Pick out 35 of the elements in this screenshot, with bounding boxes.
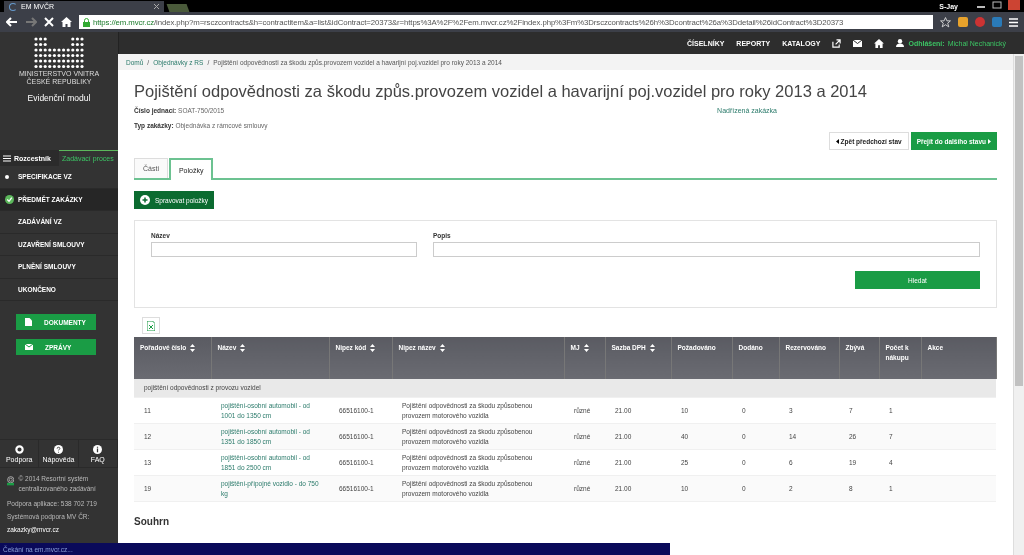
help-icon <box>54 444 63 454</box>
envelope-icon <box>25 344 33 350</box>
back-icon[interactable] <box>6 17 18 27</box>
export-button[interactable] <box>142 317 160 334</box>
bullet-icon <box>5 174 9 179</box>
section-heading: Souhrn <box>134 516 170 527</box>
new-tab-button[interactable] <box>166 4 190 12</box>
envelope-icon[interactable] <box>853 39 863 47</box>
lifebuoy-icon <box>14 444 24 454</box>
user-icon <box>896 39 905 47</box>
stop-icon[interactable] <box>44 17 54 27</box>
text-field[interactable] <box>433 242 980 257</box>
ministry-logo-icon <box>33 36 85 70</box>
star-icon[interactable] <box>940 16 951 28</box>
check-circle-icon <box>5 194 14 204</box>
rscz-logo-icon <box>7 474 15 488</box>
plus-circle-icon <box>140 195 150 205</box>
menu-icon <box>3 155 11 162</box>
module-title: Evidenční modul <box>27 93 91 103</box>
menu-icon[interactable] <box>1009 17 1018 27</box>
info-icon <box>93 444 103 454</box>
close-icon[interactable] <box>154 4 159 9</box>
spreadsheet-icon <box>147 320 155 331</box>
document-icon <box>25 318 32 326</box>
home-icon[interactable] <box>874 38 885 48</box>
share-icon[interactable] <box>832 38 842 48</box>
forward-icon[interactable] <box>25 17 37 27</box>
window-controls-icon[interactable] <box>976 0 1020 10</box>
caret-icon <box>835 138 839 144</box>
lock-icon <box>83 17 90 27</box>
home-icon[interactable] <box>61 17 72 27</box>
caret-icon <box>988 138 991 144</box>
page-title: Pojištění odpovědnosti za škodu způs.provozem vozidel a havarijní poj.vozidel pro roky 2013 a 2014 <box>134 82 868 101</box>
scrollbar[interactable] <box>1013 54 1024 555</box>
text-field[interactable] <box>151 242 417 257</box>
